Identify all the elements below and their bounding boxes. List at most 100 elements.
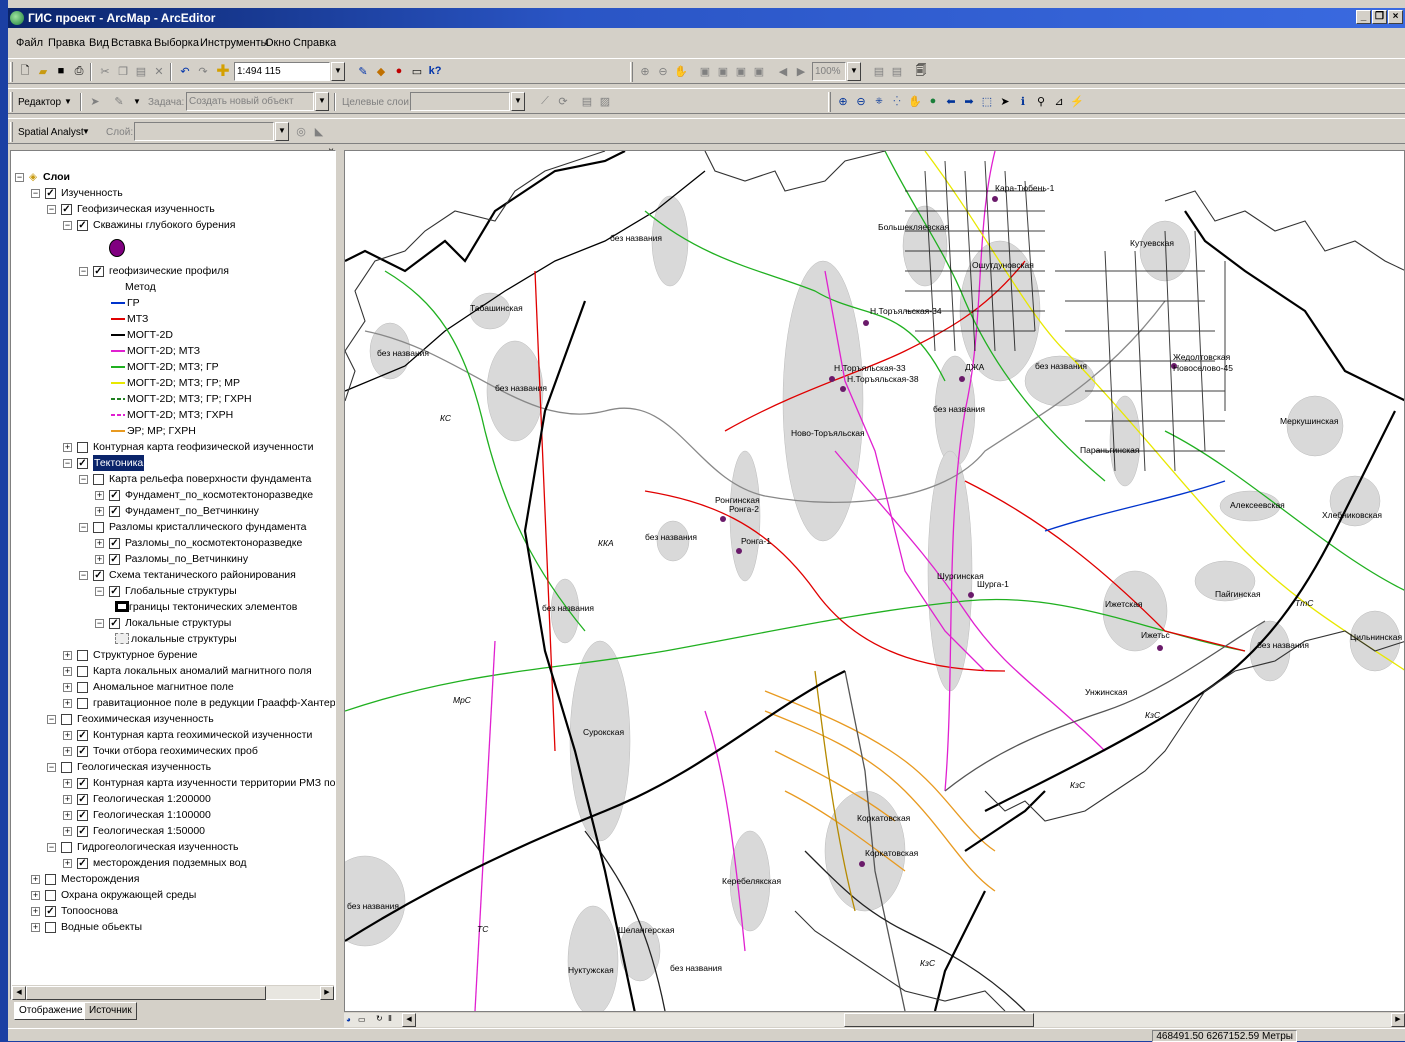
refresh-icon[interactable]: ↻: [376, 1014, 383, 1023]
editor-menu[interactable]: Редактор: [18, 97, 61, 108]
pan-icon[interactable]: ✋: [906, 92, 924, 110]
layer-visibility-checkbox[interactable]: [61, 714, 72, 725]
layer-name[interactable]: Водные обьекты: [61, 919, 142, 935]
layer-name[interactable]: Схема тектанического районирования: [109, 567, 296, 583]
layer-visibility-checkbox[interactable]: [45, 874, 56, 885]
expand-toggle-icon[interactable]: +: [63, 683, 72, 692]
expand-toggle-icon[interactable]: +: [63, 795, 72, 804]
expand-toggle-icon[interactable]: +: [31, 891, 40, 900]
arccatalog-icon[interactable]: ●: [390, 62, 408, 80]
layer-visibility-checkbox[interactable]: ✓: [61, 204, 72, 215]
layer-name[interactable]: Геофизическая изученность: [77, 201, 215, 217]
forward-extent-icon[interactable]: ➡: [960, 92, 978, 110]
measure-icon[interactable]: ⊿: [1050, 92, 1068, 110]
toc-layer-row[interactable]: + ✓ Разломы_по_космотектоноразведке: [11, 535, 335, 551]
toc-layer-row[interactable]: + ✓ Геологическая 1:50000: [11, 823, 335, 839]
cut-icon[interactable]: ✂: [96, 62, 114, 80]
data-view-icon[interactable]: ◕: [346, 1015, 351, 1024]
toc-layer-row[interactable]: + ✓ месторождения подземных вод: [11, 855, 335, 871]
layer-name[interactable]: Геологическая изученность: [77, 759, 211, 775]
toc-layer-row[interactable]: − Карта рельефа поверхности фундамента: [11, 471, 335, 487]
paste-icon[interactable]: ▤: [132, 62, 150, 80]
toc-layer-row[interactable]: − Разломы кристаллического фундамента: [11, 519, 335, 535]
layer-dropdown-icon[interactable]: ▼: [275, 122, 289, 141]
layout-zoom-in-icon[interactable]: ⊕: [636, 62, 654, 80]
delete-icon[interactable]: ✕: [150, 62, 168, 80]
pause-drawing-icon[interactable]: Ⅱ: [388, 1014, 392, 1023]
layer-name[interactable]: месторождения подземных вод: [93, 855, 247, 871]
layer-visibility-checkbox[interactable]: [77, 682, 88, 693]
layer-visibility-checkbox[interactable]: ✓: [109, 554, 120, 565]
layer-combo[interactable]: [134, 122, 274, 141]
expand-toggle-icon[interactable]: +: [63, 731, 72, 740]
previous-extent-icon[interactable]: ◀: [774, 62, 792, 80]
expand-toggle-icon[interactable]: −: [47, 763, 56, 772]
expand-toggle-icon[interactable]: +: [31, 923, 40, 932]
layout-zoom-combo[interactable]: 100%: [812, 62, 846, 81]
layer-name[interactable]: Разломы_по_Ветчинкину: [125, 551, 248, 567]
rotate-tool-icon[interactable]: ⟳: [554, 92, 572, 110]
menu-file[interactable]: Файл: [16, 37, 43, 49]
expand-toggle-icon[interactable]: −: [95, 619, 104, 628]
expand-toggle-icon[interactable]: −: [63, 459, 72, 468]
editor-toolbar-icon[interactable]: ✎: [354, 62, 372, 80]
layer-name[interactable]: Структурное бурение: [93, 647, 197, 663]
layer-name[interactable]: Месторождения: [61, 871, 139, 887]
toc-layer-row[interactable]: + Структурное бурение: [11, 647, 335, 663]
layer-name[interactable]: Топооснова: [61, 903, 118, 919]
layer-name[interactable]: Глобальные структуры: [125, 583, 237, 599]
toc-layer-row[interactable]: + Водные обьекты: [11, 919, 335, 935]
layer-name[interactable]: гравитационное поле в редукции Граафф-Ха…: [93, 695, 335, 711]
full-extent-icon[interactable]: ●: [924, 92, 942, 110]
toc-layer-row[interactable]: − Геологическая изученность: [11, 759, 335, 775]
expand-toggle-icon[interactable]: −: [79, 571, 88, 580]
map-scroll-right-icon[interactable]: ▶: [1391, 1013, 1405, 1027]
sketch-properties-icon[interactable]: ▨: [596, 92, 614, 110]
task-combo[interactable]: Создать новый объект: [186, 92, 314, 111]
expand-toggle-icon[interactable]: +: [63, 827, 72, 836]
layer-name[interactable]: Фундамент_по_Ветчинкину: [125, 503, 259, 519]
task-dropdown-icon[interactable]: ▼: [315, 92, 329, 111]
map-scroll-left-icon[interactable]: ◀: [402, 1013, 416, 1027]
layer-name[interactable]: Фундамент_по_космотектоноразведке: [125, 487, 313, 503]
expand-toggle-icon[interactable]: −: [79, 267, 88, 276]
layer-name[interactable]: Геологическая 1:200000: [93, 791, 211, 807]
layer-visibility-checkbox[interactable]: ✓: [77, 794, 88, 805]
layer-visibility-checkbox[interactable]: ✓: [93, 570, 104, 581]
toc-layer-row[interactable]: + ✓ Разломы_по_Ветчинкину: [11, 551, 335, 567]
layer-visibility-checkbox[interactable]: ✓: [77, 778, 88, 789]
expand-toggle-icon[interactable]: +: [63, 699, 72, 708]
sketch-dropdown-icon[interactable]: ▼: [128, 92, 146, 110]
layer-name[interactable]: геофизические профиля: [109, 263, 229, 279]
layer-name[interactable]: Геохимическая изученность: [77, 711, 214, 727]
toc-layer-row[interactable]: + ✓ Топооснова: [11, 903, 335, 919]
toc-horizontal-scrollbar[interactable]: ◀ ▶: [12, 985, 334, 1000]
layer-name[interactable]: Геологическая 1:50000: [93, 823, 205, 839]
expand-toggle-icon[interactable]: −: [31, 189, 40, 198]
layer-name[interactable]: Изученность: [61, 185, 123, 201]
expand-toggle-icon[interactable]: +: [63, 667, 72, 676]
redo-icon[interactable]: ↷: [194, 62, 212, 80]
undo-icon[interactable]: ↶: [176, 62, 194, 80]
expand-toggle-icon[interactable]: +: [95, 507, 104, 516]
select-features-icon[interactable]: ⬚: [978, 92, 996, 110]
toc-layer-row[interactable]: + Аномальное магнитное поле: [11, 679, 335, 695]
expand-toggle-icon[interactable]: −: [79, 475, 88, 484]
toc-layer-row[interactable]: − ✓ Глобальные структуры: [11, 583, 335, 599]
find-icon[interactable]: ⚲: [1032, 92, 1050, 110]
layer-name[interactable]: Карта локальных аномалий магнитного поля: [93, 663, 312, 679]
zoom-whole-page-icon[interactable]: ▣: [696, 62, 714, 80]
layer-visibility-checkbox[interactable]: [93, 474, 104, 485]
layer-visibility-checkbox[interactable]: ✓: [77, 730, 88, 741]
sketch-tool-icon[interactable]: ✎: [110, 92, 128, 110]
select-elements-icon[interactable]: ➤: [996, 92, 1014, 110]
zoom-100-icon[interactable]: ▣: [714, 62, 732, 80]
layer-name[interactable]: Охрана окружающей среды: [61, 887, 196, 903]
layer-visibility-checkbox[interactable]: ✓: [45, 906, 56, 917]
expand-toggle-icon[interactable]: +: [63, 651, 72, 660]
toc-layer-row[interactable]: + ✓ Контурная карта геохимической изученно…: [11, 727, 335, 743]
back-extent-icon[interactable]: ⬅: [942, 92, 960, 110]
toc-layer-row[interactable]: − Геохимическая изученность: [11, 711, 335, 727]
close-button[interactable]: ×: [1388, 10, 1403, 24]
expand-toggle-icon[interactable]: +: [31, 875, 40, 884]
